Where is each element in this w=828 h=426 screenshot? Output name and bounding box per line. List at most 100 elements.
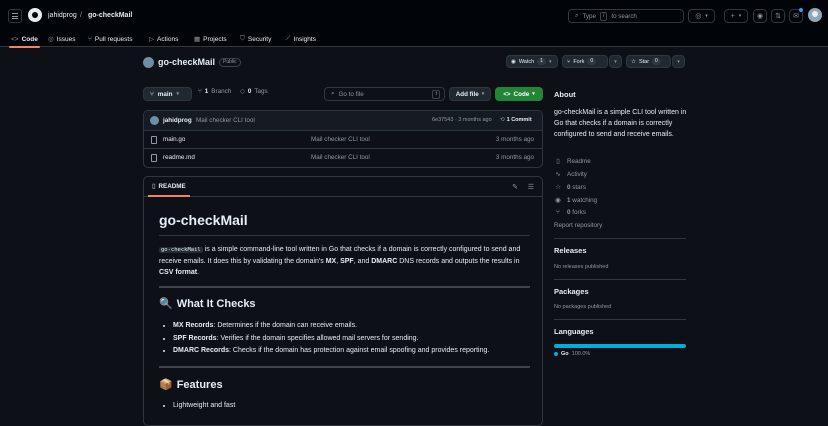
play-icon: ▷	[149, 36, 154, 43]
tab-issues[interactable]: ◎ Issues	[48, 33, 75, 45]
tab-code[interactable]: <> Code	[9, 33, 40, 48]
activity-label: Activity	[567, 170, 587, 178]
stars-label: stars	[572, 183, 586, 191]
watch-label: Watch	[518, 58, 535, 65]
star-icon: ☆	[631, 58, 636, 65]
commit-meta[interactable]: 6e37543 · 3 months ago	[432, 117, 492, 123]
packages-heading[interactable]: Packages	[554, 287, 589, 296]
pencil-icon[interactable]: ✎	[512, 183, 518, 191]
file-commit-time: 3 months ago	[495, 154, 534, 161]
commits-link[interactable]: ⟲ 1 Commit	[500, 117, 532, 123]
readme-link[interactable]: ▯ Readme	[554, 157, 591, 166]
releases-heading[interactable]: Releases	[554, 246, 587, 255]
go-to-file-input[interactable]: ⌕ Go to file t	[324, 87, 445, 101]
branches-link[interactable]: ⑂ 1 Branch	[198, 88, 231, 95]
code-icon: <>	[11, 35, 19, 43]
fork-button[interactable]: ⑂ Fork 0	[562, 55, 608, 68]
branch-icon: ⑂	[198, 88, 202, 95]
file-row[interactable]: readme.md Mail checker CLI tool 3 months…	[144, 149, 542, 167]
watchers-link[interactable]: ◉ 1 watching	[554, 196, 598, 205]
breadcrumb-separator: /	[80, 12, 82, 19]
section-title: Features	[176, 378, 223, 391]
issues-button[interactable]: ◉	[753, 9, 767, 23]
file-row[interactable]: main.go Mail checker CLI tool 3 months a…	[144, 131, 542, 149]
forks-link[interactable]: ⑂ 0 forks	[554, 209, 586, 216]
commit-dot: ·	[454, 117, 457, 123]
bold-dmarc: DMARC	[371, 258, 398, 265]
activity-link[interactable]: ∿ Activity	[554, 170, 587, 179]
fork-dropdown-button[interactable]: ▾	[609, 55, 622, 68]
branch-count: 1	[204, 88, 209, 95]
go-to-file-key: t	[432, 90, 440, 99]
commit-author[interactable]: jahidprog	[163, 117, 192, 124]
tab-actions[interactable]: ▷ Actions	[149, 33, 178, 45]
readme-link-label: Readme	[567, 157, 591, 165]
commit-message[interactable]: Mail checker CLI tool	[196, 117, 255, 124]
fork-count: 0	[587, 58, 597, 65]
watch-button[interactable]: ◉ Watch 1 ▾	[506, 55, 558, 68]
section-heading-checks: 🔍 What It Checks	[159, 297, 530, 311]
star-button[interactable]: ☆ Star 0	[626, 55, 671, 68]
commit-author-avatar[interactable]	[150, 116, 159, 125]
create-new-button[interactable]: + ▾	[724, 9, 748, 23]
tab-security[interactable]: ⛉ Security	[240, 33, 271, 45]
list-term: SPF Records	[173, 334, 217, 342]
about-description: go-checkMail is a simple CLI tool writte…	[554, 109, 687, 138]
report-repository-link[interactable]: Report repository	[554, 222, 602, 229]
about-heading: About	[554, 90, 576, 99]
go-to-file-placeholder: Go to file	[338, 90, 364, 98]
star-count: 0	[652, 58, 661, 65]
magnifier-icon: 🔍	[159, 298, 173, 310]
intro-and: , and	[353, 258, 372, 265]
pull-requests-button[interactable]: ⇅	[771, 9, 785, 23]
readme-header: ▯ README ✎ ☰	[144, 177, 542, 197]
branch-caret: ▾	[176, 91, 179, 97]
file-list: jahidprog Mail checker CLI tool 6e37543 …	[143, 110, 543, 168]
list-item: Lightweight and fast	[173, 400, 530, 413]
add-file-button[interactable]: Add file ▾	[449, 87, 491, 101]
outline-icon[interactable]: ☰	[528, 183, 534, 191]
inbox-icon: ✉	[793, 13, 799, 20]
repo-owner-avatar[interactable]	[143, 56, 154, 68]
visibility-badge: Public	[219, 57, 241, 67]
watch-count: 1	[537, 58, 546, 65]
file-name[interactable]: readme.md	[163, 154, 195, 161]
menu-button[interactable]	[8, 9, 22, 23]
stars-link[interactable]: ☆ 0 stars	[554, 183, 586, 192]
file-commit-message[interactable]: Mail checker CLI tool	[311, 136, 370, 143]
package-icon: 📦	[159, 378, 173, 391]
fork-caret: ▾	[614, 58, 617, 65]
readme-tab[interactable]: ▯ README	[148, 183, 190, 197]
watching-label: watching	[572, 196, 598, 204]
branch-select[interactable]: ⑂ main ▾	[143, 87, 192, 101]
language-percent: 100.0%	[571, 351, 591, 357]
divider	[159, 286, 530, 288]
search-input[interactable]: ⌕ Type / to search	[568, 9, 684, 23]
user-avatar[interactable]	[808, 8, 822, 22]
language-item[interactable]: Go 100.0%	[554, 351, 590, 357]
book-icon: ▯	[152, 183, 156, 190]
tab-projects[interactable]: ▦ Projects	[194, 33, 227, 45]
add-file-caret: ▾	[481, 91, 485, 97]
inline-code: go-checkMail	[159, 247, 203, 253]
breadcrumb-owner[interactable]: jahidprog	[48, 12, 77, 19]
stars-count: 0	[567, 183, 571, 191]
tab-pull-requests[interactable]: ⑂ Pull requests	[88, 33, 132, 45]
readme-title: go-checkMail	[159, 211, 530, 236]
repo-name[interactable]: go-checkMail	[158, 57, 215, 67]
code-button[interactable]: <> Code ▾	[495, 87, 543, 101]
tab-insights[interactable]: ⟋ Insights	[286, 33, 316, 45]
pull-request-icon: ⇅	[775, 13, 781, 20]
star-dropdown-button[interactable]: ▾	[672, 55, 685, 68]
file-name[interactable]: main.go	[163, 136, 185, 143]
features-list: Lightweight and fast	[159, 400, 530, 413]
github-logo-icon[interactable]	[28, 8, 42, 22]
forks-count: 0	[567, 209, 571, 216]
breadcrumb-repo[interactable]: go-checkMail	[88, 12, 132, 19]
file-commit-message[interactable]: Mail checker CLI tool	[311, 154, 370, 161]
tags-link[interactable]: ◇ 0 Tags	[240, 88, 268, 95]
copilot-button[interactable]: ◎ ▾	[688, 9, 715, 23]
branch-icon: ⑂	[150, 90, 154, 98]
intro-text-2: DNS records and outputs the results in	[397, 258, 520, 265]
tab-insights-label: Insights	[293, 35, 316, 43]
